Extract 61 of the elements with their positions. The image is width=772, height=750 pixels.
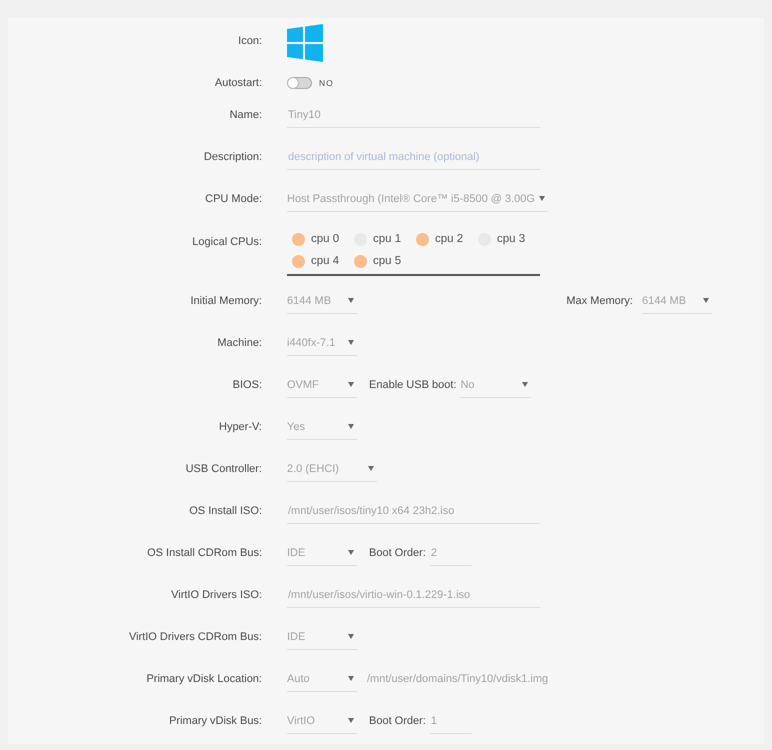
field-label: BIOS: — [232, 378, 262, 392]
cpu-checkbox[interactable]: cpu 0 — [292, 228, 354, 250]
field-label: Name: — [228, 108, 262, 122]
text-field[interactable]: 1 — [430, 708, 472, 734]
dropdown[interactable]: Auto — [287, 666, 357, 692]
path-text: /mnt/user/domains/Tiny10/vdisk1.img — [367, 673, 548, 685]
field-label: Hyper-V: — [218, 420, 262, 434]
caret-icon — [703, 298, 709, 303]
text-field[interactable]: /mnt/user/isos/tiny10 x64 23h2.iso — [287, 498, 540, 524]
caret-icon — [368, 466, 374, 471]
caret-icon — [538, 196, 545, 201]
field-label: VirtIO Drivers CDRom Bus: — [128, 630, 262, 644]
field-label: USB Controller: — [184, 462, 262, 476]
field-label: Description: — [202, 150, 262, 164]
field-label: Autostart: — [214, 76, 262, 90]
dropdown[interactable]: Yes — [287, 414, 357, 440]
field-label: Primary vDisk Bus: — [168, 714, 262, 728]
dropdown[interactable]: IDE — [287, 540, 357, 566]
dropdown[interactable]: 2.0 (EHCI) — [287, 456, 377, 482]
dropdown[interactable]: No — [460, 372, 532, 398]
caret-icon — [348, 550, 354, 555]
field-label: Logical CPUs: — [191, 235, 262, 249]
field-label: OS Install ISO: — [188, 504, 262, 518]
caret-icon — [348, 382, 354, 387]
text-field[interactable]: Tiny10 — [287, 102, 540, 128]
cpu-checkbox[interactable]: cpu 3 — [478, 228, 540, 250]
caret-icon — [348, 298, 354, 303]
text-field[interactable]: 2 — [430, 540, 472, 566]
text-field[interactable]: /mnt/user/isos/virtio-win-0.1.229-1.iso — [287, 582, 540, 608]
toggle-state-text: NO — [319, 78, 334, 88]
cpu-checkbox[interactable]: cpu 5 — [354, 250, 416, 272]
toggle-switch[interactable] — [287, 77, 312, 89]
field-label: Machine: — [216, 336, 262, 350]
caret-icon — [522, 382, 528, 387]
field-label: Icon: — [237, 34, 262, 48]
field-label: Boot Order: — [369, 547, 426, 559]
field-label: Boot Order: — [369, 715, 426, 727]
tiles-logo-icon — [287, 24, 323, 62]
caret-icon — [348, 340, 354, 345]
field-label: CPU Mode: — [204, 192, 262, 206]
field-label: Primary vDisk Location: — [145, 672, 262, 686]
cpu-checkbox[interactable]: cpu 1 — [354, 228, 416, 250]
dropdown[interactable]: 6144 MB — [642, 288, 712, 314]
caret-icon — [348, 718, 354, 723]
dropdown[interactable]: 6144 MB — [287, 288, 357, 314]
dropdown[interactable]: VirtIO — [287, 708, 357, 734]
field-label: VirtIO Drivers ISO: — [170, 588, 262, 602]
dropdown[interactable]: IDE — [287, 624, 357, 650]
caret-icon — [348, 634, 354, 639]
field-label: Max Memory: — [566, 295, 633, 307]
field-label: Initial Memory: — [189, 294, 262, 308]
field-label: OS Install CDRom Bus: — [146, 546, 262, 560]
field-label: Enable USB boot: — [369, 379, 456, 391]
text-field[interactable]: description of virtual machine (optional) — [287, 144, 540, 170]
cpu-checkbox[interactable]: cpu 2 — [416, 228, 478, 250]
dropdown[interactable]: OVMF — [287, 372, 357, 398]
cpu-checkbox[interactable]: cpu 4 — [292, 250, 354, 272]
caret-icon — [348, 424, 354, 429]
dropdown[interactable]: i440fx-7.1 — [287, 330, 357, 356]
caret-icon — [348, 676, 354, 681]
dropdown[interactable]: Host Passthrough (Intel® Core™ i5-8500 @ 3.00G — [287, 186, 548, 212]
